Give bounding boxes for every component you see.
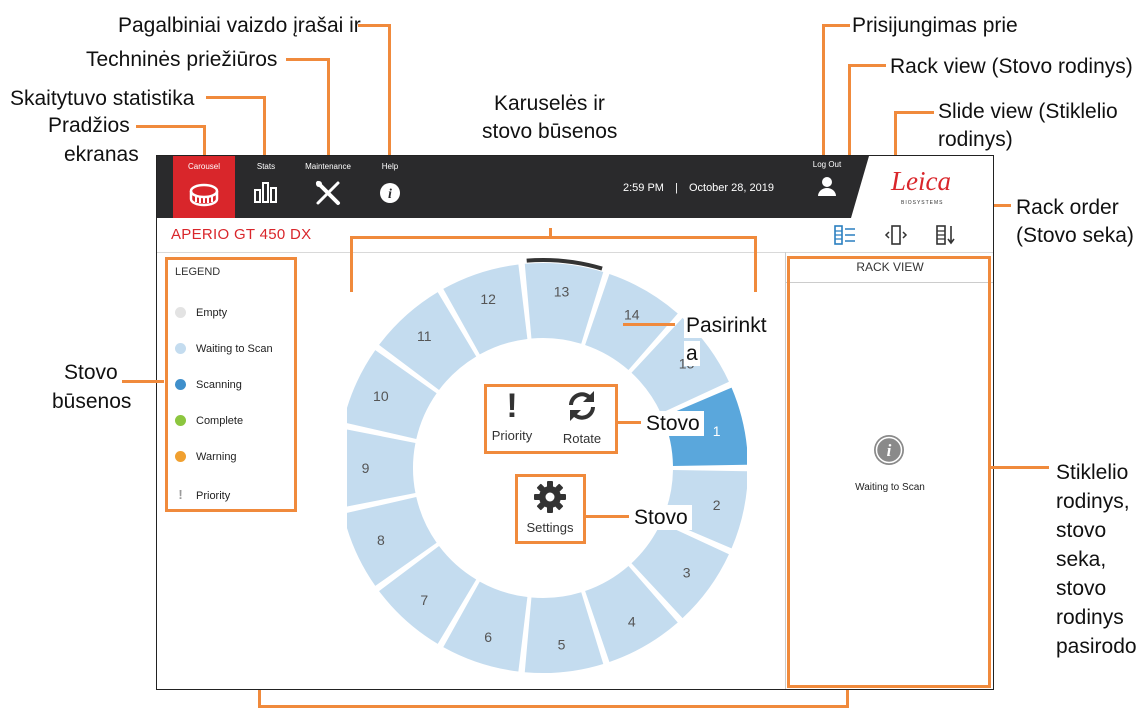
callout-rackorder-2: (Stovo seka) <box>1016 224 1134 247</box>
slot-number-14: 14 <box>624 306 640 322</box>
callout-slideview-1: Slide view (Stiklelio <box>938 100 1118 123</box>
slot-number-8: 8 <box>377 532 385 548</box>
rack-view-icon[interactable] <box>833 224 857 246</box>
leader-home-h <box>136 125 206 128</box>
callout-home-2: ekranas <box>64 143 139 166</box>
slot-number-6: 6 <box>484 629 492 645</box>
callout-selected-1: Pasirinkt <box>684 313 769 338</box>
leader-stats-v <box>263 96 266 156</box>
callout-right-list: Stiklelio rodinys, stovo seka, stovo rod… <box>1056 461 1137 658</box>
slot-number-13: 13 <box>554 283 570 299</box>
callout-carousel-1: Karuselės ir <box>494 92 605 115</box>
bracket-right <box>754 236 757 292</box>
callout-maintenance: Techninės priežiūros <box>86 48 278 71</box>
scanner-screen: Carousel Stats Maintenance Help i 2:59 P… <box>156 155 994 690</box>
leader-rack-2 <box>585 515 629 518</box>
slot-number-7: 7 <box>420 592 428 608</box>
callout-stats: Skaitytuvo statistika <box>10 87 195 110</box>
slot-number-12: 12 <box>480 291 496 307</box>
stats-icon <box>254 182 277 203</box>
top-navigation-bar: Carousel Stats Maintenance Help i 2:59 P… <box>157 156 993 218</box>
leader-stats-h <box>206 96 266 99</box>
maintenance-icon <box>316 181 340 205</box>
nav-carousel-button[interactable]: Carousel <box>173 156 235 218</box>
callout-home-1: Pradžios <box>48 114 130 137</box>
callout-rackview: Rack view (Stovo rodinys) <box>890 55 1133 78</box>
leader-help-v <box>388 24 391 156</box>
logout-button[interactable]: Log Out <box>807 160 847 197</box>
callout-rack-status-2: būsenos <box>52 390 132 413</box>
leader-slideview-h <box>894 111 934 114</box>
callout-carousel-2: stovo būsenos <box>482 120 618 143</box>
bracket-left <box>350 236 353 292</box>
slot-number-11: 11 <box>417 328 432 344</box>
leader-maint-v <box>327 58 330 156</box>
leader-rackview-h <box>848 64 886 67</box>
help-icon: i <box>380 183 400 203</box>
product-name: APERIO GT 450 DX <box>171 226 312 243</box>
slot-number-5: 5 <box>558 637 566 653</box>
leader-right <box>991 466 1049 469</box>
callout-rack-status-1: Stovo <box>64 361 118 384</box>
bracket-stem <box>549 228 552 237</box>
nav-stats-button[interactable]: Stats <box>235 156 297 218</box>
slot-number-10: 10 <box>373 388 389 404</box>
leader-rack-status <box>122 380 164 383</box>
leader-selected <box>623 323 675 326</box>
callout-help: Pagalbiniai vaizdo įrašai ir <box>118 14 361 37</box>
highlight-rack-view <box>787 256 991 688</box>
nav-maintenance-button[interactable]: Maintenance <box>297 156 359 218</box>
leica-logo: Leica BIOSYSTEMS <box>851 156 993 218</box>
callout-rack-1: Stovo <box>644 411 704 436</box>
nav-help-button[interactable]: Help i <box>359 156 421 218</box>
slot-number-4: 4 <box>628 614 636 630</box>
leader-home-v <box>203 125 206 156</box>
callout-slideview-2: rodinys) <box>938 128 1013 151</box>
slide-view-icon[interactable] <box>884 224 908 246</box>
bracket-top <box>350 236 757 239</box>
callout-selected-2: a <box>684 341 700 366</box>
carousel-slot-9[interactable] <box>347 429 416 508</box>
user-icon <box>818 177 836 196</box>
slot-number-9: 9 <box>362 460 370 476</box>
callout-rack-2: Stovo <box>632 505 692 530</box>
svg-text:i: i <box>388 187 392 202</box>
leader-bottom-h <box>258 705 849 708</box>
leader-help-h <box>358 24 390 27</box>
clock: 2:59 PM | October 28, 2019 <box>623 182 774 194</box>
slot-number-2: 2 <box>713 497 721 513</box>
rack-order-icon[interactable] <box>934 224 958 246</box>
time-date-separator: | <box>675 182 678 194</box>
leader-rack-1 <box>617 421 641 424</box>
leader-login-v <box>822 24 825 156</box>
leader-login-h <box>822 24 850 27</box>
time-text: 2:59 PM <box>623 182 664 194</box>
highlight-priority-rotate <box>484 384 618 454</box>
callout-login: Prisijungimas prie <box>852 14 1018 37</box>
highlight-legend <box>165 257 297 512</box>
carousel-icon <box>189 183 219 207</box>
slot-number-1: 1 <box>713 423 721 439</box>
date-text: October 28, 2019 <box>688 182 774 194</box>
leader-maint-h <box>286 58 330 61</box>
highlight-settings <box>515 474 586 544</box>
slot-number-3: 3 <box>683 564 691 580</box>
callout-rackorder-1: Rack order <box>1016 196 1119 219</box>
